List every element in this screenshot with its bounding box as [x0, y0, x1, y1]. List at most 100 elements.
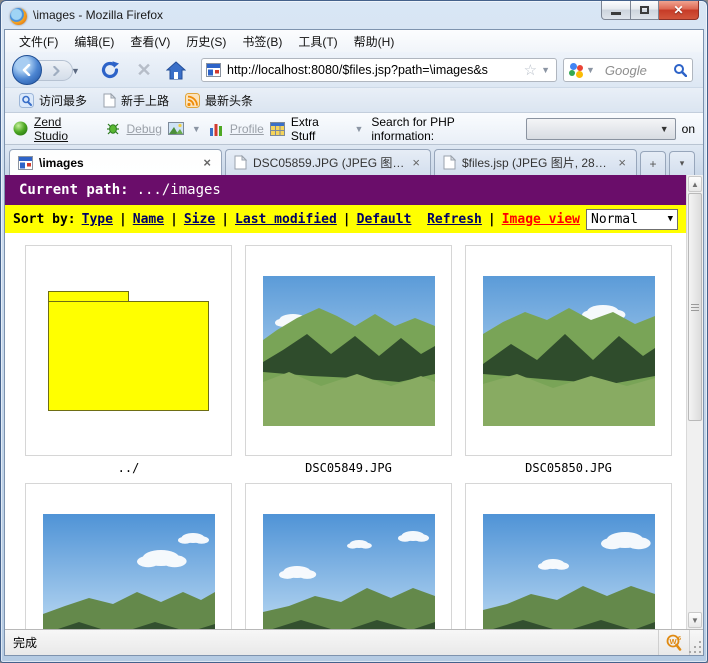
bookmark-item-getting-started[interactable]: 新手上路	[97, 90, 175, 111]
list-item	[245, 483, 452, 629]
menu-item-edit[interactable]: 编辑(E)	[66, 31, 122, 52]
forward-button[interactable]	[47, 62, 65, 80]
back-arrow-icon	[22, 64, 31, 76]
list-tabs-button[interactable]: ▾	[669, 151, 695, 175]
list-item	[25, 483, 232, 629]
scroll-up-button[interactable]: ▲	[688, 176, 702, 192]
resize-grip[interactable]	[689, 630, 703, 655]
separator: |	[342, 211, 351, 227]
php-search-combobox[interactable]: ▼	[526, 117, 676, 140]
scrollbar-thumb[interactable]	[688, 193, 702, 421]
minimize-button[interactable]	[601, 1, 631, 20]
image-thumb-icon[interactable]	[167, 122, 184, 135]
sort-link-size[interactable]: Size	[184, 212, 215, 227]
separator: |	[170, 211, 178, 227]
photo-thumbnail[interactable]	[262, 513, 435, 629]
search-icon[interactable]	[673, 63, 687, 77]
tab-dsc05859[interactable]: DSC05859.JPG (JPEG 图片,... ×	[225, 149, 431, 175]
bookmarks-toolbar: 访问最多 新手上路 最新头条	[5, 88, 703, 112]
bookmark-label: 访问最多	[39, 93, 88, 108]
search-engine-dropdown-icon[interactable]: ▼	[586, 65, 595, 75]
menu-item-history[interactable]: 历史(S)	[178, 31, 234, 52]
tab-label: $files.jsp (JPEG 图片, 280x...	[462, 156, 611, 170]
menu-item-file[interactable]: 文件(F)	[11, 31, 66, 52]
close-button[interactable]: ✕	[659, 1, 699, 20]
refresh-button[interactable]	[97, 57, 123, 83]
photo-image	[262, 513, 435, 629]
photo-thumbnail[interactable]	[482, 275, 655, 426]
bookmark-label: 最新头条	[205, 93, 254, 108]
vertical-scrollbar[interactable]: ▲ ▼	[686, 175, 703, 629]
list-item: ../	[25, 245, 232, 475]
back-button[interactable]	[12, 55, 42, 85]
menu-item-help[interactable]: 帮助(H)	[346, 31, 403, 52]
item-caption[interactable]: DSC05849.JPG	[245, 456, 452, 475]
sort-by-label: Sort by:	[13, 211, 76, 227]
photo-image	[482, 513, 655, 629]
maximize-button[interactable]	[631, 1, 659, 20]
separator: |	[221, 211, 230, 227]
search-input[interactable]: Google	[605, 63, 673, 78]
menu-item-tools[interactable]: 工具(T)	[290, 31, 345, 52]
tab-files-jsp[interactable]: $files.jsp (JPEG 图片, 280x... ×	[434, 149, 637, 175]
history-dropdown-icon[interactable]: ▼	[71, 66, 80, 76]
url-bar[interactable]: http://localhost:8080/$files.jsp?path=\i…	[201, 58, 557, 82]
photo-thumbnail[interactable]	[262, 275, 435, 426]
sort-links: Type | Name | Size | Last modified | Default	[82, 212, 412, 227]
svg-text:W: W	[669, 636, 677, 645]
menu-item-bookmarks[interactable]: 书签(B)	[234, 31, 290, 52]
new-tab-button[interactable]: +	[640, 151, 666, 175]
parent-folder-cell[interactable]	[25, 245, 232, 456]
tab-close-icon[interactable]: ×	[201, 155, 213, 170]
forward-arrow-icon	[53, 66, 60, 76]
refresh-icon	[101, 61, 119, 79]
refresh-link[interactable]: Refresh	[427, 212, 482, 227]
file-grid: ../ DSC05849.JPG DSC05850.JPG	[5, 233, 686, 629]
url-text[interactable]: http://localhost:8080/$files.jsp?path=\i…	[227, 63, 522, 77]
validator-badge-icon[interactable]: W 6	[658, 630, 689, 655]
extra-stuff-dropdown-icon[interactable]: ▼	[354, 124, 363, 134]
extra-stuff-label[interactable]: Extra Stuff	[291, 115, 347, 143]
image-view-link[interactable]: Image view	[502, 212, 580, 227]
home-button[interactable]	[163, 57, 189, 83]
debug-link[interactable]: Debug	[127, 122, 162, 136]
image-cell[interactable]	[245, 483, 452, 629]
sort-link-name[interactable]: Name	[133, 212, 164, 227]
profile-link[interactable]: Profile	[230, 122, 264, 136]
bookmark-label: 新手上路	[121, 93, 170, 108]
bookmark-item-latest-headlines[interactable]: 最新头条	[179, 90, 259, 111]
menu-item-view[interactable]: 查看(V)	[122, 31, 178, 52]
separator: |	[487, 211, 496, 227]
photo-thumbnail[interactable]	[482, 513, 655, 629]
search-box[interactable]: ▼ Google	[563, 58, 693, 82]
image-cell[interactable]	[25, 483, 232, 629]
url-dropdown-icon[interactable]: ▼	[541, 65, 550, 75]
photo-thumbnail[interactable]	[42, 513, 215, 629]
bookmark-item-most-visited[interactable]: 访问最多	[13, 90, 93, 111]
title-bar[interactable]: \images - Mozilla Firefox ✕	[1, 1, 707, 29]
sort-link-last-modified[interactable]: Last modified	[235, 212, 337, 227]
sort-link-default[interactable]: Default	[357, 212, 412, 227]
bookmark-star-icon[interactable]: ☆	[524, 61, 537, 79]
folder-icon	[48, 290, 209, 411]
view-mode-select[interactable]: Normal ▼	[586, 208, 678, 230]
item-caption[interactable]: ../	[25, 456, 232, 475]
scroll-down-button[interactable]: ▼	[688, 612, 702, 628]
stop-button[interactable]: ✕	[131, 57, 157, 83]
tab-images[interactable]: \images ×	[9, 149, 222, 175]
image-cell[interactable]	[465, 483, 672, 629]
photo-image	[42, 513, 215, 629]
sort-link-type[interactable]: Type	[82, 212, 113, 227]
tab-close-icon[interactable]: ×	[410, 155, 422, 170]
zend-orb-icon	[13, 121, 28, 136]
zend-studio-link[interactable]: Zend Studio	[34, 115, 99, 143]
image-cell[interactable]	[465, 245, 672, 456]
thumb-dropdown-icon[interactable]: ▼	[192, 124, 201, 134]
combobox-arrow-icon: ▼	[659, 123, 669, 134]
svg-text:6: 6	[678, 636, 681, 642]
tab-close-icon[interactable]: ×	[616, 155, 628, 170]
item-caption[interactable]: DSC05850.JPG	[465, 456, 672, 475]
zend-toolbar: Zend Studio Debug ▼ Profile Extra Stuff …	[5, 112, 703, 145]
photo-image	[262, 275, 435, 426]
image-cell[interactable]	[245, 245, 452, 456]
